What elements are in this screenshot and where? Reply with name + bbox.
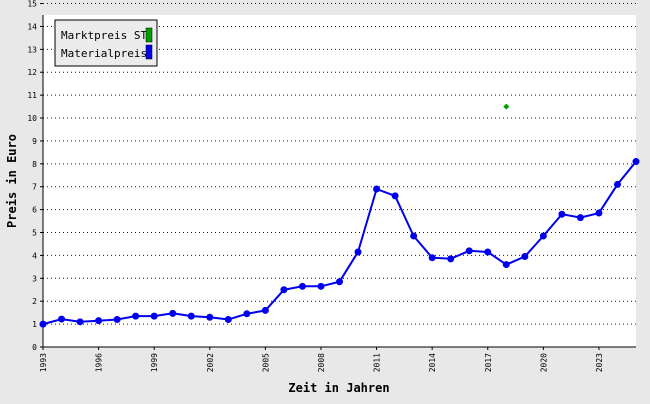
data-point-materialpreis-2002 bbox=[206, 313, 214, 321]
data-point-materialpreis-2012 bbox=[391, 192, 399, 200]
data-point-materialpreis-1996 bbox=[95, 317, 103, 325]
data-point-materialpreis-1993 bbox=[39, 320, 47, 328]
y-tick-label-6: 6 bbox=[32, 206, 37, 215]
x-tick-label-1999: 1999 bbox=[150, 353, 159, 372]
data-point-materialpreis-2009 bbox=[336, 278, 343, 286]
x-tick-label-1996: 1996 bbox=[95, 353, 104, 372]
legend-label-marktpreis: Marktpreis ST bbox=[61, 29, 147, 42]
data-point-materialpreis-1998 bbox=[132, 312, 140, 320]
data-point-materialpreis-2018 bbox=[502, 261, 510, 269]
data-point-materialpreis-2019 bbox=[521, 253, 529, 261]
y-tick-label-15: 15 bbox=[27, 0, 37, 9]
data-point-materialpreis-2020 bbox=[539, 232, 547, 240]
data-point-materialpreis-2003 bbox=[224, 316, 232, 324]
y-tick-label-1: 1 bbox=[32, 320, 37, 329]
y-axis-ticks: 0123456789101112131415 bbox=[27, 0, 43, 352]
data-point-materialpreis-2022 bbox=[576, 214, 584, 222]
x-tick-label-2005: 2005 bbox=[261, 353, 270, 372]
data-point-materialpreis-2021 bbox=[558, 210, 566, 218]
data-point-materialpreis-2015 bbox=[447, 255, 455, 263]
x-tick-label-2023: 2023 bbox=[595, 353, 604, 372]
data-point-materialpreis-1997 bbox=[113, 316, 121, 324]
data-point-materialpreis-2005 bbox=[261, 306, 269, 314]
x-axis-title: Zeit in Jahren bbox=[288, 381, 389, 395]
y-tick-label-2: 2 bbox=[32, 297, 37, 306]
y-tick-label-5: 5 bbox=[32, 229, 37, 238]
x-tick-label-2020: 2020 bbox=[539, 353, 548, 372]
legend-label-materialpreis: Materialpreis bbox=[61, 47, 147, 60]
data-point-materialpreis-2008 bbox=[317, 282, 325, 290]
y-tick-label-11: 11 bbox=[27, 91, 37, 100]
data-point-materialpreis-2013 bbox=[410, 232, 418, 240]
y-tick-label-10: 10 bbox=[27, 114, 37, 123]
x-tick-label-2014: 2014 bbox=[428, 353, 437, 372]
data-point-materialpreis-2010 bbox=[354, 248, 362, 256]
y-tick-label-7: 7 bbox=[32, 183, 37, 192]
data-point-materialpreis-1995 bbox=[76, 318, 84, 326]
data-point-materialpreis-2017 bbox=[484, 248, 492, 256]
data-point-materialpreis-2007 bbox=[298, 282, 306, 290]
y-axis-title: Preis in Euro bbox=[5, 134, 19, 228]
y-tick-label-4: 4 bbox=[32, 251, 37, 260]
y-tick-label-13: 13 bbox=[27, 45, 37, 54]
x-tick-label-2011: 2011 bbox=[373, 353, 382, 372]
data-point-materialpreis-2023 bbox=[595, 209, 603, 217]
x-tick-label-2002: 2002 bbox=[206, 353, 215, 372]
x-axis-ticks: 1993 1996 1999 2002 2005 2008 2011 2014 2017 2020… bbox=[39, 347, 604, 372]
data-point-materialpreis-2011 bbox=[373, 185, 381, 193]
data-point-materialpreis-2025 bbox=[632, 158, 640, 166]
data-point-materialpreis-2016 bbox=[465, 247, 473, 255]
y-tick-label-14: 14 bbox=[27, 22, 37, 31]
y-tick-label-3: 3 bbox=[32, 274, 37, 283]
legend-swatch-marktpreis bbox=[145, 27, 153, 43]
data-point-materialpreis-2024 bbox=[613, 180, 621, 188]
data-point-materialpreis-2001 bbox=[187, 312, 195, 320]
x-tick-label-1993: 1993 bbox=[39, 353, 48, 372]
data-point-materialpreis-1999 bbox=[150, 312, 158, 320]
x-tick-label-2017: 2017 bbox=[484, 353, 493, 372]
legend-swatch-materialpreis bbox=[145, 44, 153, 60]
data-point-materialpreis-2006 bbox=[280, 286, 288, 294]
y-tick-label-9: 9 bbox=[32, 137, 37, 146]
legend: Marktpreis ST Materialpreis bbox=[54, 19, 158, 67]
x-tick-label-2008: 2008 bbox=[317, 353, 326, 372]
chart-container: 0 1 2 3 4 5 6 7 8 9 10 11 12 13 14 15 1993 1996 1999 2002 2… bbox=[0, 0, 650, 400]
y-tick-label-12: 12 bbox=[27, 68, 37, 77]
y-tick-label-0: 0 bbox=[32, 343, 37, 352]
line-chart: 0123456789101112131415 1993 1996 1999 2002 2… bbox=[5, 0, 640, 395]
data-point-materialpreis-2014 bbox=[428, 254, 436, 262]
data-point-materialpreis-2000 bbox=[169, 309, 177, 317]
data-point-materialpreis-2004 bbox=[243, 310, 251, 318]
data-point-materialpreis-1994 bbox=[58, 315, 66, 323]
y-tick-label-8: 8 bbox=[32, 160, 37, 169]
